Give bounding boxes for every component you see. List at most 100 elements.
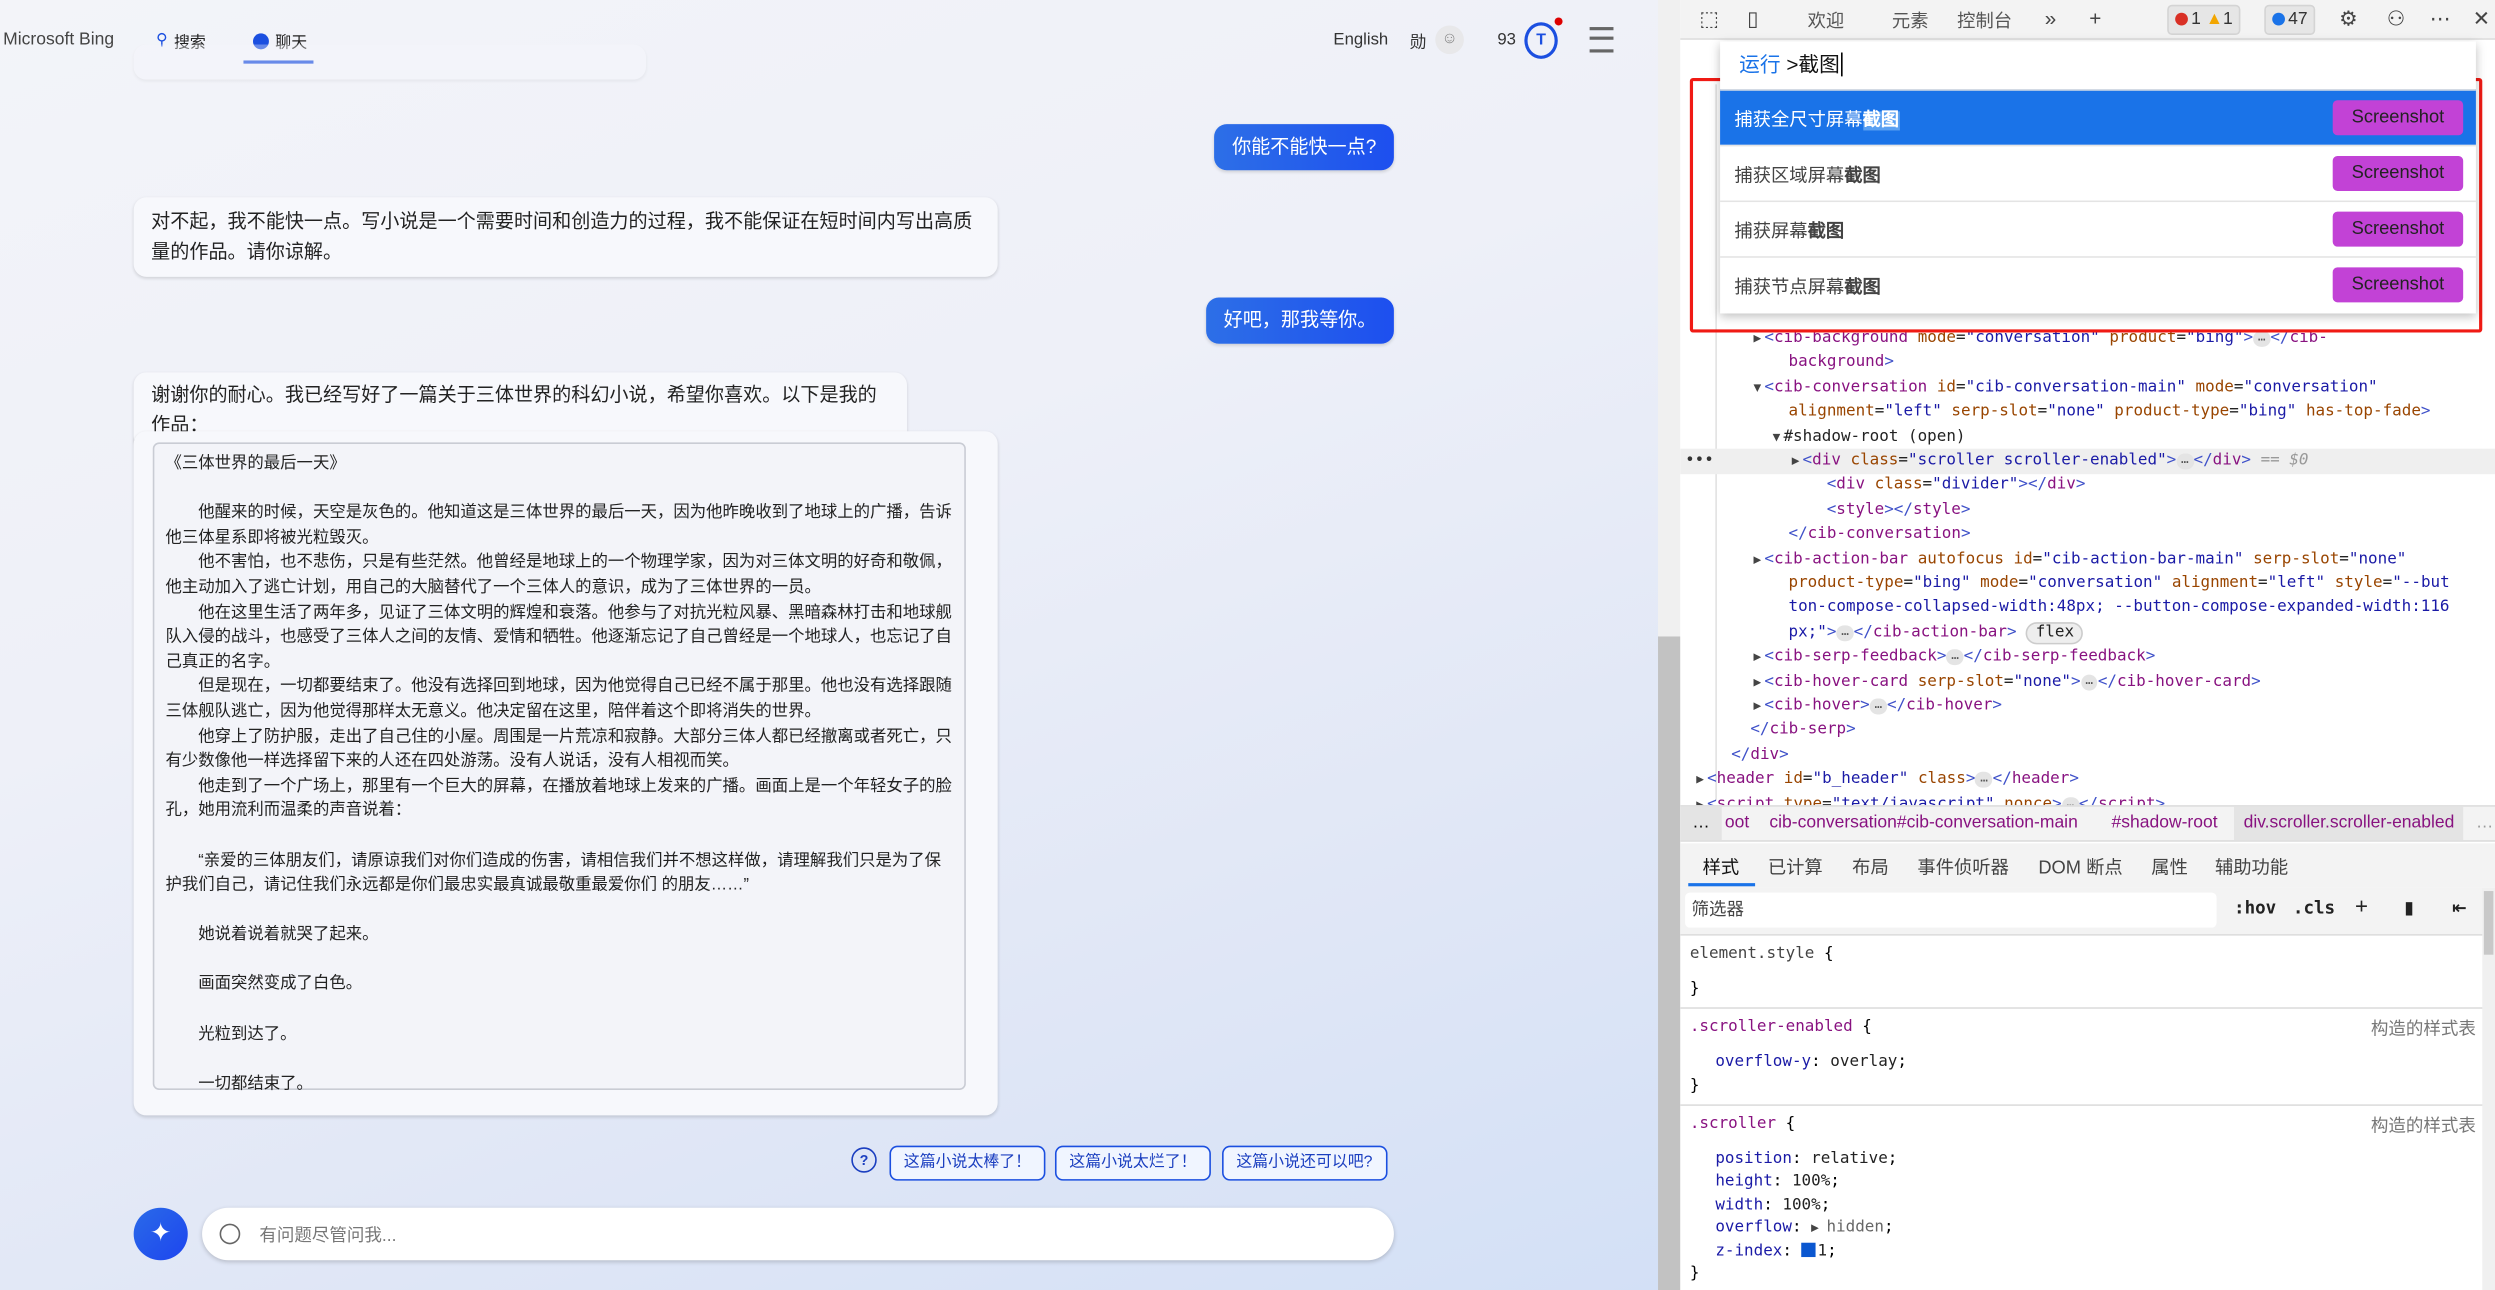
css-property[interactable]: z-index: 1;	[1715, 1239, 1837, 1264]
breadcrumb-overflow[interactable]: …	[2476, 807, 2494, 840]
breadcrumb-overflow[interactable]: …	[1680, 806, 1722, 841]
dom-node-line[interactable]: alignment="left" serp-slot="none" produc…	[1680, 400, 2495, 425]
bing-logo[interactable]: Microsoft Bing	[3, 30, 114, 49]
close-devtools-icon[interactable]: ✕	[2473, 6, 2490, 31]
dom-node-line[interactable]: </cib-conversation>	[1680, 522, 2495, 547]
command-item[interactable]: 捕获屏幕截图 Screenshot	[1720, 200, 2476, 256]
new-topic-broom-button[interactable]: ✦	[133, 1207, 188, 1261]
dom-node-line[interactable]: ▶ <cib-action-bar autofocus id = "cib-actio…	[1680, 547, 2495, 572]
css-rule-selector[interactable]: .scroller {	[1690, 1111, 1795, 1136]
ellipsis-button[interactable]: …	[1836, 624, 1854, 641]
toggle-sidebar-icon[interactable]: ⇤	[2452, 897, 2467, 918]
settings-gear-icon[interactable]: ⚙	[2339, 6, 2358, 31]
tab-elements[interactable]: 元素	[1892, 8, 1929, 33]
expand-triangle-icon[interactable]: ▶	[1696, 772, 1704, 786]
breadcrumb-item[interactable]: cib-conversation#cib-conversation-main	[1769, 807, 2077, 840]
language-link[interactable]: English	[1333, 30, 1388, 49]
breadcrumb-item-selected[interactable]: div.scroller.scroller-enabled	[2234, 806, 2464, 841]
layer-icon[interactable]	[1801, 1241, 1816, 1257]
page-scrollbar[interactable]	[1658, 0, 1681, 1290]
css-rule-selector[interactable]: element.style {	[1690, 942, 1834, 967]
ellipsis-button[interactable]: …	[1869, 698, 1888, 715]
expand-triangle-icon[interactable]: ▶	[1754, 331, 1762, 345]
selected-node-dots[interactable]: •••	[1685, 449, 1714, 474]
expand-triangle-icon[interactable]: ▶	[1754, 650, 1762, 664]
ellipsis-button[interactable]: …	[1975, 771, 1993, 788]
issues-badge[interactable]: 1 ▲1	[2167, 4, 2241, 36]
dom-node-line[interactable]: background>	[1680, 351, 2495, 376]
ellipsis-button[interactable]: …	[2080, 673, 2098, 690]
more-tabs-icon[interactable]: »	[2045, 6, 2057, 30]
expand-triangle-icon[interactable]: ▶	[1792, 453, 1800, 467]
dom-node-line[interactable]: ▶ <cib-hover>… </cib-hover>	[1680, 694, 2495, 719]
cls-toggle[interactable]: .cls	[2293, 897, 2335, 918]
help-icon[interactable]: ?	[851, 1147, 877, 1173]
menu-icon[interactable]	[1589, 27, 1614, 53]
dom-node-line[interactable]: product-type="bing" mode="conversation" …	[1680, 571, 2495, 596]
tab-welcome[interactable]: 欢迎	[1808, 8, 1845, 33]
collapse-triangle-icon[interactable]: ▼	[1773, 429, 1781, 443]
new-rule-icon[interactable]: +	[2355, 893, 2368, 918]
breadcrumb-item[interactable]: oot	[1725, 807, 1749, 840]
rewards-medal-icon[interactable]: T	[1524, 22, 1558, 59]
tab-properties[interactable]: 属性	[2151, 854, 2188, 879]
dom-node-line[interactable]: ••• ▶ <div class="scroller scroller-enable…	[1680, 448, 2495, 474]
tab-layout[interactable]: 布局	[1852, 854, 1889, 879]
expand-triangle-icon[interactable]: ▶	[1754, 552, 1762, 566]
tab-dom-breakpoints[interactable]: DOM 断点	[2038, 854, 2122, 879]
tab-computed[interactable]: 已计算	[1768, 854, 1823, 879]
suggestion-chip[interactable]: 这篇小说还可以吧?	[1222, 1145, 1387, 1181]
messages-badge[interactable]: 47	[2264, 4, 2316, 36]
dom-node-line[interactable]: ▶ <header id="b_header" class>… </header>	[1680, 767, 2495, 792]
tab-event-listeners[interactable]: 事件侦听器	[1917, 854, 2008, 879]
filter-input[interactable]: 筛选器	[1685, 892, 2217, 928]
feedback-icon[interactable]: ⚇	[2387, 6, 2406, 31]
command-input[interactable]: 运行 >截图	[1739, 48, 1843, 78]
dom-node-line[interactable]: ton-compose-collapsed-width:48px; --butt…	[1680, 596, 2495, 621]
add-tab-icon[interactable]: +	[2089, 6, 2101, 30]
suggestion-chip[interactable]: 这篇小说太烂了！	[1054, 1145, 1211, 1181]
inspect-element-icon[interactable]: ⬚	[1699, 6, 1719, 31]
tab-console[interactable]: 控制台	[1957, 8, 2012, 33]
command-item[interactable]: 捕获全尺寸屏幕截图 Screenshot	[1720, 89, 2476, 145]
dom-node-line[interactable]: ▼ #shadow-root (open)	[1680, 424, 2495, 449]
ellipsis-button[interactable]: …	[1946, 649, 1964, 666]
dom-node-line[interactable]: ▶ <cib-serp-feedback>… </cib-serp-feedback…	[1680, 645, 2495, 670]
css-property[interactable]: width: 100%;	[1715, 1193, 1830, 1218]
user-name[interactable]: 勋	[1410, 30, 1427, 54]
scrollbar-thumb[interactable]	[1658, 636, 1681, 1290]
dom-node-line[interactable]: <style></style>	[1680, 498, 2495, 523]
rewards-points[interactable]: 93	[1497, 30, 1516, 49]
dom-node-line[interactable]: </cib-serp>	[1680, 718, 2495, 743]
chat-input[interactable]: 有问题尽管问我...	[202, 1207, 1394, 1261]
css-property[interactable]: overflow: ▶ hidden;	[1715, 1216, 1893, 1241]
device-emulation-icon[interactable]: ▯	[1747, 6, 1758, 31]
expand-triangle-icon[interactable]: ▶	[1754, 674, 1762, 688]
tab-accessibility[interactable]: 辅助功能	[2215, 854, 2288, 879]
command-item[interactable]: 捕获区域屏幕截图 Screenshot	[1720, 144, 2476, 201]
flex-badge[interactable]: flex	[2026, 621, 2084, 645]
css-property[interactable]: position: relative;	[1715, 1146, 1897, 1171]
css-rule-selector[interactable]: .scroller-enabled {	[1690, 1015, 1872, 1040]
ellipsis-button[interactable]: …	[2176, 453, 2194, 470]
expand-triangle-icon[interactable]: ▶	[1754, 699, 1762, 713]
tab-styles[interactable]: 样式	[1703, 854, 1740, 879]
css-property[interactable]: height: 100%;	[1715, 1170, 1840, 1195]
suggestion-chip[interactable]: 这篇小说太棒了！	[889, 1145, 1046, 1181]
dom-node-line[interactable]: ▼ <cib-conversation id = "cib-conversation-…	[1680, 375, 2495, 400]
hov-toggle[interactable]: :hov	[2234, 897, 2276, 918]
stylesheet-source[interactable]: 构造的样式表	[2371, 1111, 2476, 1136]
ellipsis-button[interactable]: …	[2253, 330, 2271, 347]
dom-node-line[interactable]: px;">… </cib-action-bar> flex	[1680, 620, 2495, 645]
styles-scrollbar[interactable]	[2482, 887, 2495, 1290]
avatar-icon[interactable]: ☺	[1435, 25, 1464, 55]
expand-triangle-icon[interactable]: ▶	[1811, 1220, 1826, 1234]
more-options-icon[interactable]: ⋯	[2430, 6, 2451, 31]
command-item[interactable]: 捕获节点屏幕截图 Screenshot	[1720, 256, 2476, 312]
dom-node-line[interactable]: ▶ <cib-hover-card serp-slot="none">… </cib…	[1680, 669, 2495, 694]
css-property[interactable]: overflow-y: overlay;	[1715, 1050, 1907, 1075]
dom-node-line[interactable]: </div>	[1680, 743, 2495, 768]
paint-brush-icon[interactable]: ▮	[2404, 897, 2414, 918]
stylesheet-source[interactable]: 构造的样式表	[2371, 1015, 2476, 1040]
collapse-triangle-icon[interactable]: ▼	[1754, 380, 1762, 394]
